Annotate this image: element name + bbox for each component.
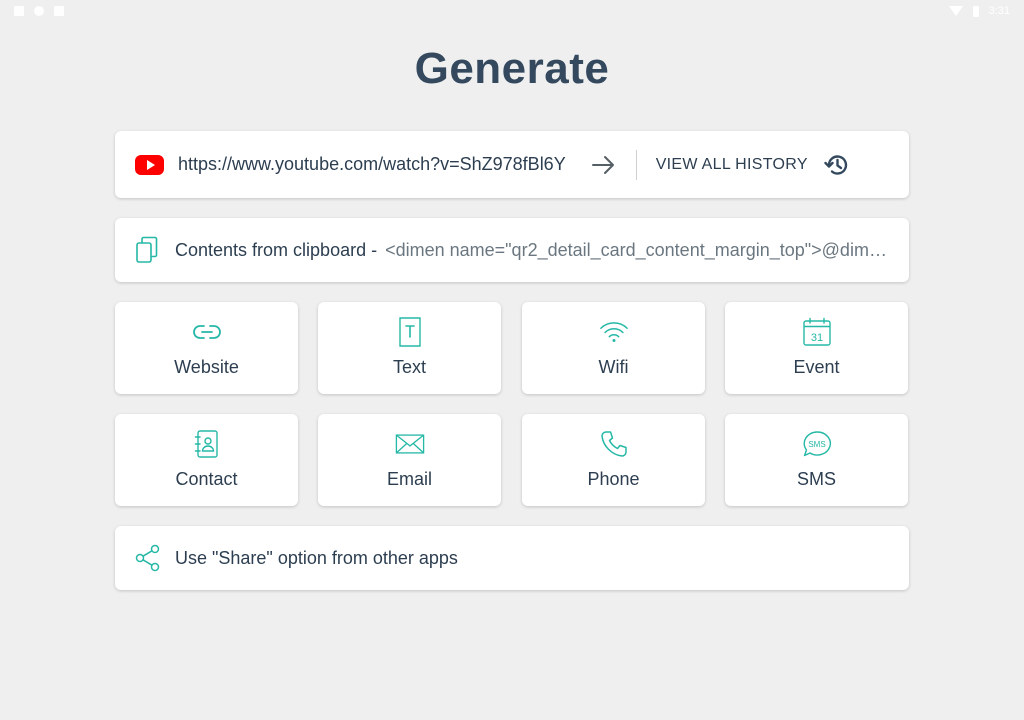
notification-icon — [14, 6, 24, 16]
type-tile-phone[interactable]: Phone — [522, 414, 705, 506]
last-history-card[interactable]: https://www.youtube.com/watch?v=ShZ978fB… — [115, 131, 909, 198]
tile-label: Email — [386, 469, 432, 489]
wifi-icon — [599, 317, 629, 347]
type-tile-email[interactable]: Email — [318, 414, 501, 506]
youtube-icon — [135, 154, 164, 175]
link-icon — [192, 317, 222, 347]
divider — [635, 149, 637, 180]
tile-label: Contact — [175, 469, 238, 489]
status-left — [14, 6, 64, 16]
type-tile-event[interactable]: 31 Event — [725, 302, 908, 394]
tile-label: Wifi — [598, 357, 629, 377]
open-arrow-icon[interactable] — [590, 151, 618, 179]
status-bar: 3:31 — [0, 0, 1024, 22]
email-icon — [395, 429, 425, 459]
tile-label: SMS — [796, 469, 836, 489]
clipboard-card[interactable]: Contents from clipboard - <dimen name="q… — [115, 218, 909, 282]
view-all-history-button[interactable]: VIEW ALL HISTORY — [656, 156, 808, 174]
sms-icon: SMS — [802, 429, 832, 459]
last-history-url[interactable]: https://www.youtube.com/watch?v=ShZ978fB… — [178, 154, 566, 175]
type-tile-sms[interactable]: SMS SMS — [725, 414, 908, 506]
clipboard-icon — [135, 236, 161, 264]
clipboard-label: Contents from clipboard - — [175, 239, 378, 260]
type-tile-website[interactable]: Website — [115, 302, 298, 394]
sync-icon — [34, 6, 44, 16]
type-tile-text[interactable]: Text — [318, 302, 501, 394]
history-icon[interactable] — [824, 152, 850, 178]
tile-label: Website — [174, 357, 239, 377]
battery-icon — [972, 5, 979, 17]
share-icon — [135, 544, 161, 572]
type-tile-contact[interactable]: Contact — [115, 414, 298, 506]
status-time: 3:31 — [988, 5, 1010, 17]
tile-label: Text — [392, 357, 426, 377]
tile-label: Phone — [587, 469, 640, 489]
share-option-label: Use "Share" option from other apps — [175, 547, 458, 568]
status-right: 3:31 — [948, 5, 1010, 17]
sms-icon-text: SMS — [808, 440, 825, 449]
wifi-signal-icon — [948, 6, 963, 16]
clipboard-content: <dimen name="qr2_detail_card_content_mar… — [385, 239, 889, 260]
sd-card-icon — [54, 6, 64, 16]
type-tile-wifi[interactable]: Wifi — [522, 302, 705, 394]
text-icon — [395, 317, 425, 347]
tile-label: Event — [793, 357, 840, 377]
contact-icon — [192, 429, 222, 459]
calendar-icon: 31 — [802, 317, 832, 347]
page-title: Generate — [414, 44, 610, 93]
phone-icon — [599, 429, 629, 459]
calendar-day-text: 31 — [810, 332, 822, 344]
share-option-card[interactable]: Use "Share" option from other apps — [115, 526, 909, 590]
